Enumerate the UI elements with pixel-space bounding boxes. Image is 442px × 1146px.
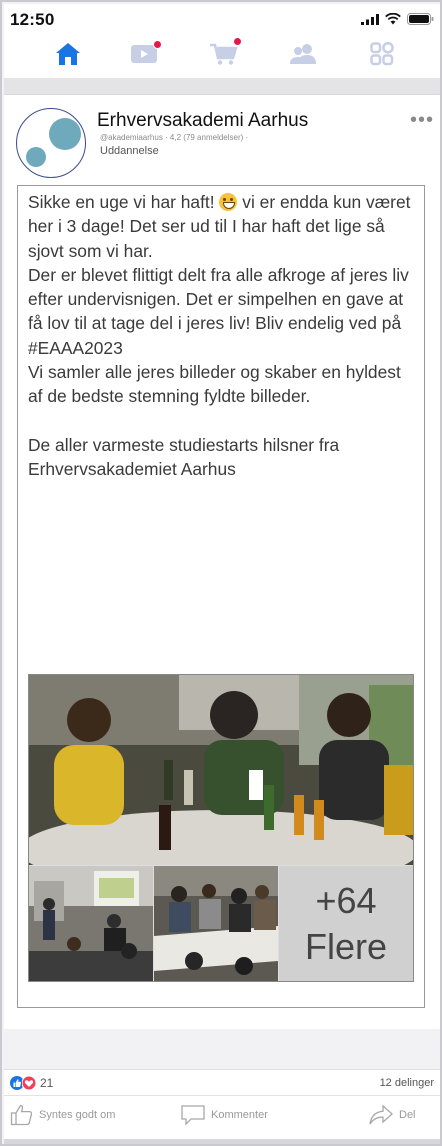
nav-menu[interactable] (362, 36, 402, 72)
reaction-icons[interactable] (10, 1076, 36, 1090)
post-content: Sikke en uge vi har haft! vi er endda ku… (17, 185, 425, 1008)
shares-count[interactable]: 12 delinger (380, 1077, 434, 1089)
nav-groups[interactable] (283, 36, 323, 72)
page-meta: @akademiaarhus · 4,2 (79 anmeldelser) · (100, 133, 249, 142)
page-category: Uddannelse (100, 145, 159, 157)
grid-menu-icon (370, 42, 394, 66)
more-photos-tile[interactable]: +64 Flere (279, 866, 413, 981)
nav-home[interactable] (48, 36, 88, 72)
reactions-count[interactable]: 21 (40, 1076, 53, 1090)
share-icon (369, 1104, 393, 1125)
phone-frame: 12:50 Erhvervsakademi Aarhus @akademiaar… (0, 0, 442, 1146)
cart-icon (210, 43, 238, 65)
like-label: Syntes godt om (39, 1109, 116, 1121)
post-card: Erhvervsakademi Aarhus @akademiaarhus · … (4, 94, 440, 1029)
comment-icon (181, 1105, 205, 1126)
separator-bottom (4, 1029, 440, 1069)
more-photos-count: +64 (315, 879, 377, 921)
like-button[interactable]: Syntes godt om (10, 1100, 115, 1130)
nav-video[interactable] (124, 36, 164, 72)
logo-dot-large (49, 118, 81, 150)
status-time: 12:50 (10, 10, 55, 29)
battery-icon (407, 13, 434, 25)
more-photos-label: Flere (304, 925, 388, 967)
bottom-bar (4, 1139, 440, 1144)
photo-lecture-room (29, 866, 153, 981)
video-badge (153, 40, 162, 49)
photo-group-work[interactable] (154, 866, 278, 981)
separator (4, 78, 440, 94)
post-footer: 21 12 delinger Syntes godt om Kommenter … (4, 1069, 440, 1139)
photo-main[interactable] (29, 675, 413, 865)
status-icons (361, 13, 434, 25)
status-bar: 12:50 (4, 4, 440, 32)
signal-icon (361, 13, 379, 25)
page-name[interactable]: Erhvervsakademi Aarhus (97, 110, 308, 132)
marketplace-badge (233, 37, 242, 46)
logo-dot-small (26, 147, 46, 167)
more-options-icon[interactable]: ••• (410, 110, 434, 130)
reactions-row: 21 12 delinger (4, 1070, 440, 1096)
grinning-emoji-icon (219, 193, 238, 211)
comment-label: Kommenter (211, 1109, 268, 1121)
post-text-line-1a: Sikke en uge vi har haft! (28, 192, 220, 212)
post-text: Sikke en uge vi har haft! vi er endda ku… (28, 190, 418, 481)
share-label: Del (399, 1109, 416, 1121)
wifi-icon (385, 13, 401, 25)
top-nav (4, 32, 440, 78)
photo-grid: +64 Flere (28, 674, 414, 982)
post-text-paragraph-3: Vi samler alle jeres billeder og skaber … (28, 362, 401, 407)
page-avatar[interactable] (16, 108, 86, 178)
photo-classroom[interactable] (29, 866, 153, 981)
people-icon (290, 44, 316, 64)
love-reaction-icon (22, 1076, 36, 1090)
home-icon (56, 43, 80, 65)
nav-marketplace[interactable] (204, 36, 244, 72)
post-text-paragraph-2: Der er blevet flittigt delt fra alle afk… (28, 264, 409, 358)
thumbs-up-icon (10, 1104, 33, 1126)
share-button[interactable]: Del (368, 1100, 416, 1130)
post-text-paragraph-4: De aller varmeste studiestarts hilsner f… (28, 434, 340, 479)
photo-group-table (154, 866, 278, 981)
photo-students-table (29, 675, 413, 865)
comment-button[interactable]: Kommenter (180, 1100, 268, 1130)
